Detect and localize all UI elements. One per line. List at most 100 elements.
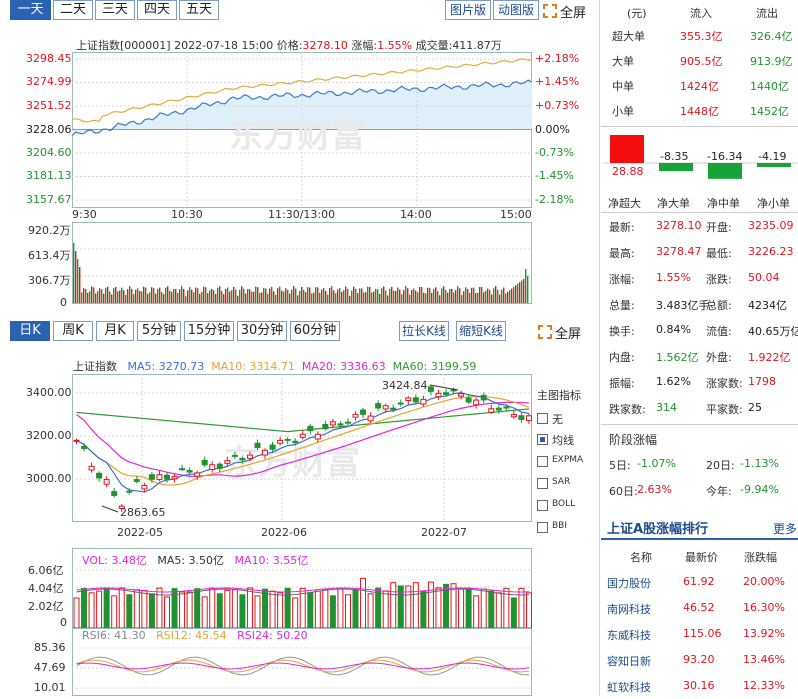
ranking-row[interactable]: 南网科技 46.52 16.30%: [601, 599, 798, 621]
intraday-volume-chart: [72, 222, 532, 304]
intraday-volume-bar: [137, 288, 139, 303]
kline-fullscreen-button[interactable]: 全屏: [538, 323, 590, 342]
candle: [239, 457, 246, 461]
intraday-volume-bar: [191, 289, 193, 303]
volume-bar: [163, 596, 170, 628]
volume-bar: [382, 590, 389, 628]
intraday-volume-bar: [97, 291, 99, 303]
stat-label: 平家数:: [706, 403, 743, 416]
ranking-more-link[interactable]: 更多: [773, 520, 797, 537]
intraday-volume-bar: [481, 286, 483, 303]
intraday-volume-bar: [517, 283, 519, 303]
intraday-volume-bar: [243, 288, 245, 303]
indicator-expma[interactable]: EXPMA: [537, 454, 597, 470]
tab-60min[interactable]: 60分钟: [290, 321, 340, 341]
stretch-kline-button[interactable]: 拉长K线: [399, 321, 449, 341]
volume-bar: [525, 592, 532, 628]
indicator-none[interactable]: 无: [537, 411, 597, 427]
intraday-volume-bar: [133, 294, 135, 303]
candle: [367, 415, 374, 422]
intraday-volume-bar: [345, 286, 347, 303]
volume-bar: [375, 587, 382, 628]
tab-2day[interactable]: 二天: [53, 0, 93, 20]
tab-15min[interactable]: 15分钟: [184, 321, 234, 341]
candle: [179, 468, 186, 471]
intraday-volume-bar: [159, 287, 161, 303]
fullscreen-icon: [538, 325, 552, 339]
intraday-volume-bar: [293, 286, 295, 303]
indicator-ma[interactable]: 均线: [537, 432, 597, 448]
tab-4day[interactable]: 四天: [137, 0, 177, 20]
stat-value: 1.562亿: [656, 351, 699, 364]
indicator-boll[interactable]: BOLL: [537, 498, 597, 514]
intraday-volume-bar: [425, 293, 427, 303]
intraday-volume-bar: [179, 289, 181, 303]
tab-day-k[interactable]: 日K: [10, 321, 50, 341]
intraday-volume-bar: [171, 292, 173, 303]
ranking-change: 12.33%: [743, 679, 785, 692]
intraday-volume-bar: [85, 289, 87, 303]
intraday-volume-bar: [493, 288, 495, 303]
intraday-volume-bar: [323, 288, 325, 303]
volume-bar: [254, 595, 261, 628]
intraday-volume-bar: [371, 292, 373, 303]
ranking-row[interactable]: 容知日新 93.20 13.46%: [601, 651, 798, 673]
candle: [518, 415, 525, 420]
intraday-volume-bar: [527, 275, 529, 303]
stat-label: 涨跌:: [706, 273, 732, 286]
tab-30min[interactable]: 30分钟: [237, 321, 287, 341]
intraday-volume-bar: [365, 292, 367, 303]
animated-version-button[interactable]: 动图版: [493, 0, 539, 20]
intraday-volume-bar: [219, 286, 221, 303]
indicator-bbi[interactable]: BBI: [537, 520, 597, 536]
intraday-change: 1.55%: [377, 39, 413, 52]
ranking-price: 93.20: [683, 653, 715, 666]
candle: [488, 408, 495, 413]
intraday-volume-bar: [311, 293, 313, 303]
candle: [397, 402, 404, 405]
intraday-volume-bar: [523, 279, 525, 303]
ranking-title: 上证A股涨幅排行: [607, 522, 709, 537]
tab-5day[interactable]: 五天: [179, 0, 219, 20]
stat-value: 25: [748, 401, 762, 414]
candle: [201, 459, 208, 466]
candle: [163, 474, 170, 480]
intraday-volume-bar: [175, 288, 177, 303]
ranking-row[interactable]: 国力股份 61.92 20.00%: [601, 573, 798, 595]
tab-5min[interactable]: 5分钟: [137, 321, 181, 341]
indicator-sar[interactable]: SAR: [537, 476, 597, 492]
candle: [344, 421, 351, 424]
intraday-volume-bar: [373, 291, 375, 303]
intraday-volume-bar: [369, 286, 371, 303]
intraday-volume-bar: [415, 290, 417, 303]
intraday-volume-bar: [391, 286, 393, 303]
intraday-volume-bar: [423, 292, 425, 303]
intraday-volume-bar: [289, 293, 291, 303]
intraday-volume-bar: [299, 290, 301, 303]
volume-bar: [329, 595, 336, 628]
intraday-volume-bar: [427, 287, 429, 303]
tab-week-k[interactable]: 周K: [53, 321, 93, 341]
tab-3day[interactable]: 三天: [95, 0, 135, 20]
image-version-button[interactable]: 图片版: [445, 0, 491, 20]
intraday-volume-bar: [385, 290, 387, 303]
shrink-kline-button[interactable]: 缩短K线: [456, 321, 506, 341]
candle: [443, 392, 450, 395]
intraday-volume-bar: [449, 288, 451, 303]
intraday-volume-bar: [325, 290, 327, 303]
tab-1day[interactable]: 一天: [10, 0, 51, 20]
tab-month-k[interactable]: 月K: [96, 321, 134, 341]
stat-label: 内盘:: [609, 351, 635, 364]
net-flow-bar: [610, 135, 644, 163]
intraday-volume-bar: [363, 292, 365, 303]
kline-legend: 上证指数 MA5: 3270.73 MA10: 3314.71 MA20: 33…: [73, 360, 477, 373]
intraday-volume-bar: [157, 288, 159, 303]
intraday-volume-bar: [265, 288, 267, 303]
candle: [314, 433, 321, 440]
intraday-fullscreen-button[interactable]: 全屏: [543, 2, 595, 21]
candle: [194, 472, 201, 477]
intraday-volume-bar: [439, 295, 441, 303]
candle: [458, 393, 465, 397]
ranking-row[interactable]: 东威科技 115.06 13.92%: [601, 625, 798, 647]
intraday-price: 3278.10: [302, 39, 348, 52]
